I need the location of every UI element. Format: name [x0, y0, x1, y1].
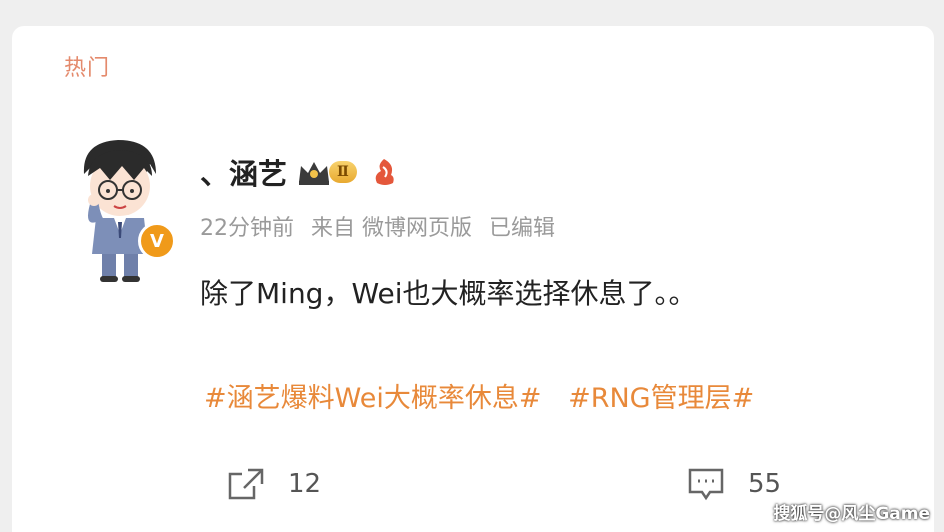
- post-card: 热门 V 、涵艺 Ⅱ 22分钟前 来自 微博网页版 已编辑 除了Ming，Wei…: [12, 26, 934, 532]
- username[interactable]: 、涵艺: [200, 151, 287, 193]
- post-time: 22分钟前: [200, 216, 294, 241]
- hashtag-list: #涵艺爆料Wei大概率休息# #RNG管理层#: [204, 376, 772, 415]
- hashtag-link[interactable]: #RNG管理层#: [568, 383, 754, 414]
- membership-badge[interactable]: Ⅱ: [297, 158, 357, 186]
- avatar[interactable]: [74, 134, 166, 284]
- section-label: 热门: [64, 56, 111, 81]
- hashtag-link[interactable]: #涵艺爆料Wei大概率休息#: [204, 383, 541, 414]
- fan-icon[interactable]: [371, 157, 397, 187]
- post-source: 来自 微博网页版: [311, 216, 472, 241]
- comment-button[interactable]: 55: [686, 466, 781, 502]
- share-icon: [228, 468, 264, 500]
- comment-count: 55: [748, 469, 782, 499]
- post-edited[interactable]: 已编辑: [489, 216, 555, 241]
- level-badge: Ⅱ: [329, 161, 357, 183]
- username-row: 、涵艺 Ⅱ: [200, 150, 397, 194]
- comment-icon: [688, 468, 724, 501]
- share-button[interactable]: 12: [226, 466, 321, 502]
- share-count: 12: [288, 469, 322, 499]
- post-text: 除了Ming，Wei也大概率选择休息了。。: [200, 277, 697, 310]
- post-meta: 22分钟前 来自 微博网页版 已编辑: [200, 210, 565, 242]
- crown-icon: [299, 162, 330, 185]
- verified-badge: V: [138, 222, 176, 260]
- watermark: 搜狐号@风尘Game: [773, 504, 930, 524]
